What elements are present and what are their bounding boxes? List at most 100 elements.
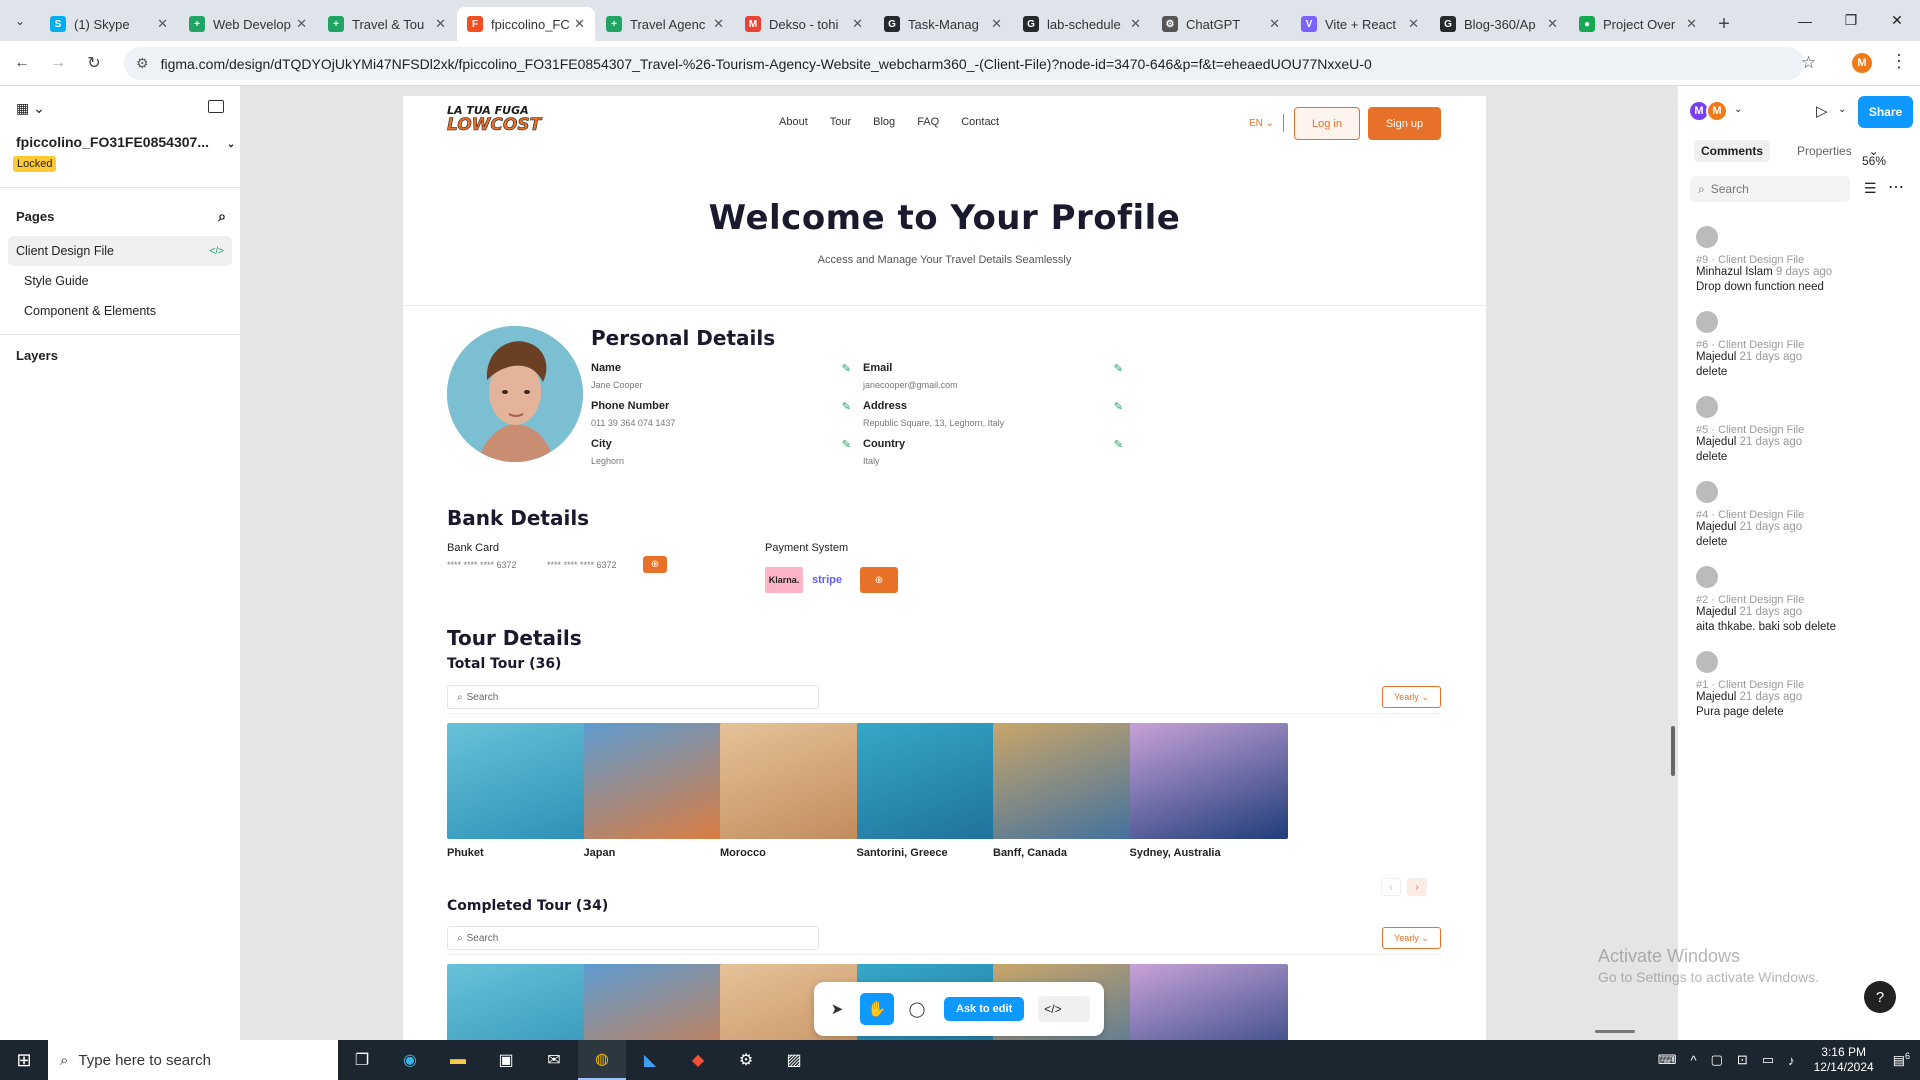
close-window-icon[interactable]: ✕	[1874, 0, 1920, 41]
add-card-icon[interactable]: ⊕	[643, 556, 667, 573]
vscode-icon[interactable]: ◣	[626, 1040, 674, 1080]
present-play-icon[interactable]: ▷	[1816, 102, 1828, 120]
tour-card[interactable]: Japan	[583, 723, 742, 859]
chevron-down-icon[interactable]: ⌄	[1734, 104, 1742, 115]
mail-icon[interactable]: ✉	[530, 1040, 578, 1080]
yearly-filter-dropdown[interactable]: Yearly ⌄	[1382, 686, 1441, 708]
more-options-icon[interactable]: ⋯	[1888, 177, 1904, 197]
close-tab-icon[interactable]: ✕	[1130, 16, 1141, 32]
reload-icon[interactable]: ↻	[80, 49, 108, 77]
close-tab-icon[interactable]: ✕	[1408, 16, 1419, 32]
prev-page-icon[interactable]: ‹	[1381, 878, 1401, 896]
keyboard-icon[interactable]: ⌨	[1658, 1052, 1677, 1068]
comment-item[interactable]: #9 · Client Design File Minhazul Islam 9…	[1696, 226, 1916, 293]
close-tab-icon[interactable]: ✕	[713, 16, 724, 32]
signup-button[interactable]: Sign up	[1368, 107, 1441, 140]
figma-canvas[interactable]: LA TUA FUGA LOWCOST About Tour Blog FAQ Cont…	[241, 86, 1677, 1040]
new-tab-button[interactable]: +	[1708, 7, 1740, 41]
chevron-down-icon[interactable]: ⌄	[227, 139, 235, 150]
page-style-guide[interactable]: Style Guide	[8, 266, 232, 296]
bookmark-star-icon[interactable]: ☆	[1801, 53, 1816, 73]
edit-pencil-icon[interactable]: ✎	[1114, 438, 1123, 451]
clock[interactable]: 3:16 PM 12/14/2024	[1814, 1045, 1874, 1075]
close-tab-icon[interactable]: ✕	[1547, 16, 1558, 32]
hand-tool-icon[interactable]: ✋	[860, 993, 894, 1025]
volume-icon[interactable]: ♪	[1788, 1053, 1795, 1068]
settings-icon[interactable]: ⚙	[722, 1040, 770, 1080]
tour-card[interactable]: Phuket	[447, 723, 605, 859]
filter-icon[interactable]: ☰	[1864, 180, 1877, 197]
ask-to-edit-button[interactable]: Ask to edit	[944, 997, 1025, 1021]
photos-icon[interactable]: ▨	[770, 1040, 818, 1080]
zoom-select[interactable]: 56% ⌄	[1862, 144, 1886, 168]
comment-tool-icon[interactable]: ◯	[900, 993, 934, 1025]
minimize-icon[interactable]: —	[1782, 0, 1828, 41]
browser-tab[interactable]: G Blog-360/Ap ✕	[1430, 7, 1568, 41]
browser-tab[interactable]: + Travel & Tou ✕	[318, 7, 456, 41]
browser-tab[interactable]: Glab-schedule ✕	[1013, 7, 1151, 41]
network-icon[interactable]: ⊡	[1737, 1052, 1748, 1068]
edit-pencil-icon[interactable]: ✎	[842, 400, 851, 413]
tour-card[interactable]: Santorini, Greece	[856, 723, 1015, 859]
nav-link-faq[interactable]: FAQ	[917, 116, 939, 128]
comment-item[interactable]: #4 · Client Design File Majedul 21 days …	[1696, 481, 1916, 548]
design-frame[interactable]: LA TUA FUGA LOWCOST About Tour Blog FAQ Cont…	[403, 96, 1486, 1040]
restore-icon[interactable]: ❐	[1828, 0, 1874, 41]
taskbar-search-input[interactable]: ⌕ Type here to search	[48, 1040, 338, 1080]
browser-tab[interactable]: S (1) Skype ✕	[40, 7, 178, 41]
figma-main-menu-icon[interactable]: ▦ ⌄	[16, 100, 45, 117]
comment-item[interactable]: #1 · Client Design File Majedul 21 days …	[1696, 651, 1916, 718]
comment-search-input[interactable]: ⌕ Search	[1690, 176, 1850, 202]
comment-item[interactable]: #2 · Client Design File Majedul 21 days …	[1696, 566, 1916, 633]
nav-link-about[interactable]: About	[779, 116, 808, 128]
forward-icon[interactable]: →	[44, 49, 72, 77]
search-icon[interactable]: ⌕	[218, 208, 226, 225]
close-tab-icon[interactable]: ✕	[852, 16, 863, 32]
comment-item[interactable]: #6 · Client Design File Majedul 21 days …	[1696, 311, 1916, 378]
completed-search-input[interactable]: ⌕ Search	[447, 926, 819, 950]
tour-search-input[interactable]: ⌕ Search	[447, 685, 819, 709]
vertical-scrollbar[interactable]	[1671, 726, 1675, 776]
browser-tab[interactable]: Ffpiccolino_FC ✕	[457, 7, 595, 41]
next-page-icon[interactable]: ›	[1407, 878, 1427, 896]
close-tab-icon[interactable]: ✕	[1269, 16, 1280, 32]
browser-tab[interactable]: + Web Develop ✕	[179, 7, 317, 41]
chevron-up-icon[interactable]: ^	[1691, 1053, 1697, 1068]
tour-card[interactable]	[1129, 964, 1288, 1040]
browser-tab[interactable]: M Dekso - tohi ✕	[735, 7, 873, 41]
browser-tab[interactable]: ● Project Over ✕	[1569, 7, 1707, 41]
chevron-down-icon[interactable]: ⌄	[1838, 104, 1846, 115]
tab-comments[interactable]: Comments	[1694, 140, 1771, 162]
browser-profile-avatar[interactable]: M	[1852, 53, 1872, 73]
url-field[interactable]: ⚙ figma.com/design/dTQDYOjUkYMi47NFSDl2x…	[124, 47, 1804, 80]
tab-search-dropdown-icon[interactable]: ⌄	[0, 0, 40, 41]
browser-tab[interactable]: V Vite + React ✕	[1291, 7, 1429, 41]
nav-link-blog[interactable]: Blog	[873, 116, 895, 128]
move-tool-icon[interactable]: ➤	[820, 993, 854, 1025]
edit-pencil-icon[interactable]: ✎	[1114, 362, 1123, 375]
file-explorer-icon[interactable]: ▬	[434, 1040, 482, 1080]
nav-link-contact[interactable]: Contact	[961, 116, 999, 128]
tour-card[interactable]	[583, 964, 742, 1040]
close-tab-icon[interactable]: ✕	[1686, 16, 1697, 32]
help-button[interactable]: ?	[1864, 981, 1896, 1013]
horizontal-scrollbar[interactable]	[1595, 1030, 1635, 1033]
language-select[interactable]: EN ⌄	[1249, 118, 1274, 129]
browser-tab[interactable]: G Task-Manag ✕	[874, 7, 1012, 41]
page-component-elements[interactable]: Component & Elements	[8, 296, 232, 326]
browser-tab[interactable]: + Travel Agenc ✕	[596, 7, 734, 41]
login-button[interactable]: Log in	[1294, 107, 1360, 140]
windows-start-icon[interactable]: ⊞	[0, 1040, 48, 1080]
battery-icon[interactable]: ▭	[1762, 1052, 1774, 1068]
close-tab-icon[interactable]: ✕	[991, 16, 1002, 32]
file-name[interactable]: fpiccolino_FO31FE0854307... ⌄	[16, 134, 235, 150]
site-info-icon[interactable]: ⚙	[136, 55, 149, 72]
panel-toggle-icon[interactable]	[208, 100, 224, 113]
edge-icon[interactable]: ◉	[386, 1040, 434, 1080]
store-icon[interactable]: ▣	[482, 1040, 530, 1080]
git-icon[interactable]: ◆	[674, 1040, 722, 1080]
back-icon[interactable]: ←	[8, 49, 36, 77]
close-tab-icon[interactable]: ✕	[435, 16, 446, 32]
notifications-icon[interactable]: ▤6	[1893, 1051, 1910, 1068]
task-view-icon[interactable]: ❐	[338, 1040, 386, 1080]
